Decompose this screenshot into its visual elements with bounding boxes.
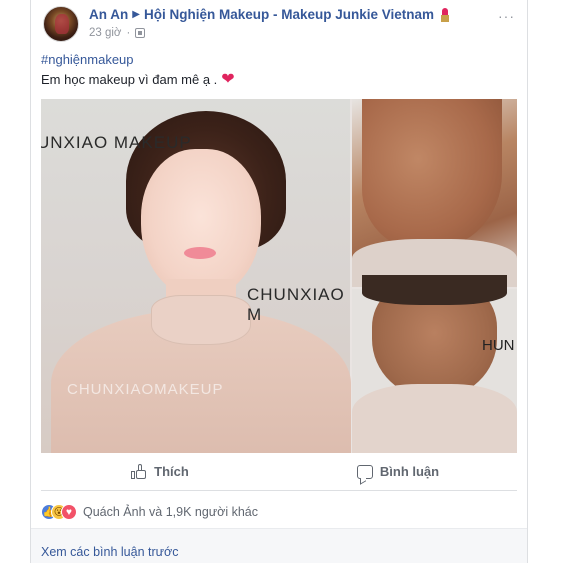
view-previous-comments-link[interactable]: Xem các bình luận trước	[41, 545, 178, 559]
post-header: An An ▶ Hội Nghiện Makeup - Makeup Junki…	[37, 4, 523, 48]
post-meta: 23 giờ ·	[89, 27, 146, 39]
facebook-post-card: An An ▶ Hội Nghiện Makeup - Makeup Junki…	[30, 0, 528, 563]
comment-button[interactable]: Bình luận	[279, 464, 517, 479]
post-hashtag[interactable]: #nghiệnmakeup	[41, 52, 134, 67]
author-avatar[interactable]	[43, 6, 79, 42]
reactions-text[interactable]: Quách Ảnh và 1,9K người khác	[83, 505, 258, 519]
photo-sign-text-2: CHUNXIAO M	[247, 285, 345, 324]
arrow-right-icon: ▶	[132, 9, 140, 20]
photo-watermark: CHUNXIAOMAKEUP	[67, 381, 224, 398]
post-caption: Em học makeup vì đam mê ạ . ❤	[41, 70, 235, 88]
post-time[interactable]: 23 giờ	[89, 27, 121, 39]
reactions-summary[interactable]: 👍 😮 ♥ Quách Ảnh và 1,9K người khác	[41, 498, 258, 526]
post-photo-collage[interactable]: UNXIAO MAKEUP CHUNXIAO M CHUNXIAOMAKEUP …	[41, 99, 517, 453]
globe-icon	[135, 28, 146, 38]
more-options-button[interactable]: ···	[498, 8, 515, 24]
post-title-line: An An ▶ Hội Nghiện Makeup - Makeup Junki…	[89, 7, 450, 22]
photo-sign-text-right: HUN	[482, 337, 515, 354]
like-button[interactable]: Thích	[41, 463, 279, 480]
like-thumb-icon	[131, 463, 147, 480]
lipstick-icon	[441, 7, 450, 22]
author-name[interactable]: An An	[89, 7, 128, 22]
comment-icon	[356, 464, 373, 479]
post-action-bar: Thích Bình luận	[41, 453, 517, 491]
caption-text: Em học makeup vì đam mê ạ .	[41, 72, 218, 87]
heart-icon: ❤	[221, 70, 235, 88]
main-photo[interactable]: UNXIAO MAKEUP CHUNXIAO M CHUNXIAOMAKEUP	[41, 99, 351, 453]
photo-sign-text: UNXIAO MAKEUP	[41, 133, 192, 152]
before-photo-closeup[interactable]	[352, 99, 517, 287]
comment-label: Bình luận	[379, 464, 440, 479]
before-photo-face[interactable]: HUN	[352, 275, 517, 453]
love-reaction-icon: ♥	[61, 504, 77, 520]
like-label: Thích	[154, 464, 189, 479]
group-name[interactable]: Hội Nghiện Makeup - Makeup Junkie Vietna…	[144, 7, 434, 22]
